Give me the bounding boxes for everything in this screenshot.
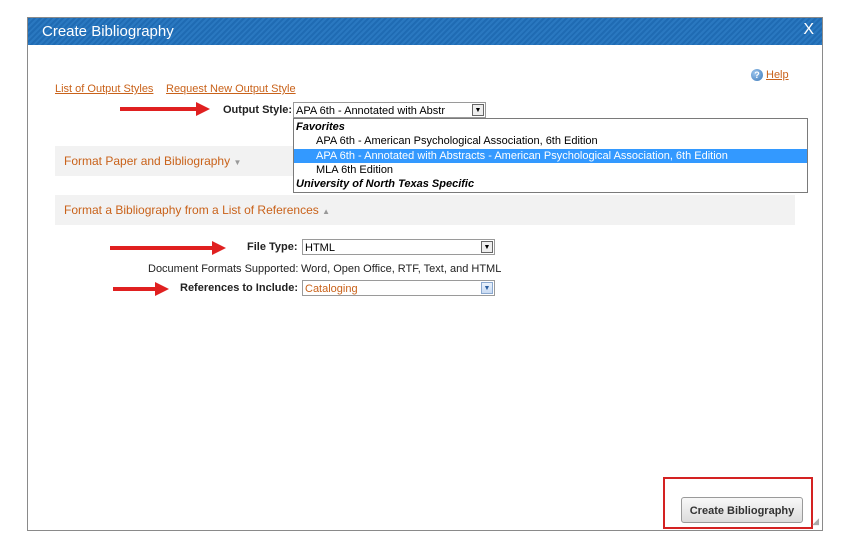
output-style-dropdown-list: Favorites APA 6th - American Psychologic… bbox=[293, 118, 808, 193]
dialog-title: Create Bibliography bbox=[42, 23, 174, 40]
caret-down-icon: ▼ bbox=[233, 158, 242, 167]
close-button[interactable]: X bbox=[803, 21, 814, 39]
chevron-down-icon[interactable]: ▼ bbox=[481, 241, 493, 253]
document-formats-value: Word, Open Office, RTF, Text, and HTML bbox=[301, 263, 502, 275]
caret-up-icon: ▲ bbox=[322, 207, 331, 216]
references-value: Cataloging bbox=[305, 283, 358, 295]
red-arrow-annotation-file-type bbox=[110, 241, 230, 255]
format-list-heading[interactable]: Format a Bibliography from a List of Ref… bbox=[64, 203, 330, 217]
help-icon[interactable]: ? bbox=[751, 69, 763, 81]
output-style-value: APA 6th - Annotated with Abstr bbox=[296, 105, 445, 117]
format-paper-heading[interactable]: Format Paper and Bibliography ▼ bbox=[64, 154, 241, 168]
chevron-down-icon[interactable]: ▼ bbox=[481, 282, 493, 294]
request-new-output-style-link[interactable]: Request New Output Style bbox=[166, 83, 296, 95]
resize-grip-icon[interactable]: ◢ bbox=[812, 516, 819, 527]
create-bibliography-button[interactable]: Create Bibliography bbox=[681, 497, 803, 523]
output-style-select[interactable]: APA 6th - Annotated with Abstr ▼ bbox=[293, 102, 486, 118]
dialog-title-bar[interactable]: Create Bibliography X bbox=[28, 18, 822, 45]
document-formats-label: Document Formats Supported: bbox=[148, 263, 299, 275]
option-mla-6th[interactable]: MLA 6th Edition bbox=[294, 163, 807, 177]
references-to-include-select[interactable]: Cataloging ▼ bbox=[302, 280, 495, 296]
references-to-include-label: References to Include: bbox=[180, 282, 298, 294]
create-bibliography-dialog: Create Bibliography X List of Output Sty… bbox=[27, 17, 823, 531]
file-type-value: HTML bbox=[305, 242, 335, 254]
help-link[interactable]: Help bbox=[766, 69, 789, 81]
format-list-section[interactable]: Format a Bibliography from a List of Ref… bbox=[55, 195, 795, 225]
option-apa-6th[interactable]: APA 6th - American Psychological Associa… bbox=[294, 134, 807, 148]
list-of-output-styles-link[interactable]: List of Output Styles bbox=[55, 83, 153, 95]
chevron-down-icon[interactable]: ▼ bbox=[472, 104, 484, 116]
option-group-unt: University of North Texas Specific bbox=[296, 178, 475, 190]
file-type-select[interactable]: HTML ▼ bbox=[302, 239, 495, 255]
red-arrow-annotation-references bbox=[113, 282, 171, 296]
option-apa-6th-annotated[interactable]: APA 6th - Annotated with Abstracts - Ame… bbox=[294, 149, 807, 163]
output-style-label: Output Style: bbox=[223, 104, 293, 116]
option-group-favorites: Favorites bbox=[296, 121, 345, 133]
red-arrow-annotation-output-style bbox=[120, 102, 210, 116]
file-type-label: File Type: bbox=[247, 241, 298, 253]
